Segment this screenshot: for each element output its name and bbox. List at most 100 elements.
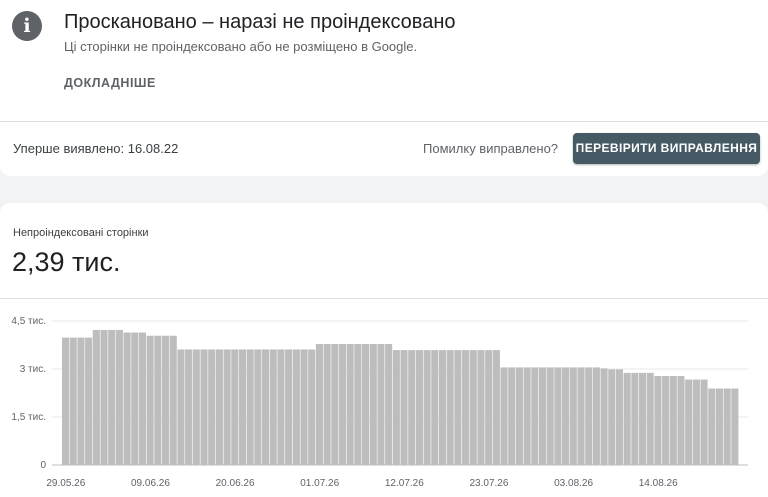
bar[interactable] — [562, 367, 570, 465]
bar[interactable] — [646, 372, 654, 465]
bar[interactable] — [315, 344, 323, 465]
bar[interactable] — [392, 350, 400, 465]
bar[interactable] — [592, 367, 600, 465]
bar[interactable] — [415, 350, 423, 465]
bar[interactable] — [662, 376, 670, 465]
bar[interactable] — [600, 368, 608, 465]
bar[interactable] — [423, 350, 431, 465]
bar[interactable] — [515, 367, 523, 465]
validate-fix-button[interactable]: ПЕРЕВІРИТИ ВИПРАВЛЕННЯ — [573, 133, 760, 164]
bar[interactable] — [131, 332, 139, 465]
bar[interactable] — [554, 367, 562, 465]
bar[interactable] — [200, 349, 208, 465]
bar[interactable] — [700, 379, 708, 465]
bar[interactable] — [531, 367, 539, 465]
bar[interactable] — [608, 369, 616, 465]
issue-description: Ці сторінки не проіндексовано або не роз… — [64, 39, 418, 54]
bar[interactable] — [292, 349, 300, 465]
x-tick-label: 01.07.26 — [300, 478, 339, 489]
bar[interactable] — [300, 349, 308, 465]
bar[interactable] — [115, 329, 123, 465]
bar[interactable] — [500, 367, 508, 465]
bar[interactable] — [177, 349, 185, 465]
bar[interactable] — [146, 335, 154, 465]
bar[interactable] — [708, 388, 716, 465]
bar[interactable] — [669, 376, 677, 465]
x-tick-label: 23.07.26 — [470, 478, 509, 489]
bar[interactable] — [723, 388, 731, 465]
bar[interactable] — [269, 349, 277, 465]
bar[interactable] — [323, 344, 331, 465]
bar[interactable] — [362, 344, 370, 465]
bar[interactable] — [692, 379, 700, 465]
bar[interactable] — [523, 367, 531, 465]
bar[interactable] — [138, 332, 147, 465]
bar[interactable] — [254, 349, 262, 465]
bar[interactable] — [100, 329, 108, 465]
bar[interactable] — [623, 372, 631, 465]
bar[interactable] — [508, 367, 516, 465]
bar[interactable] — [215, 349, 223, 465]
fixed-question-label: Помилку виправлено? — [423, 141, 559, 156]
bar[interactable] — [462, 350, 470, 465]
bar[interactable] — [346, 344, 354, 465]
bar[interactable] — [538, 367, 547, 465]
bar[interactable] — [162, 335, 170, 465]
chart-card: Непроіндексовані сторінки 2,39 тис. 0 1,5… — [0, 203, 768, 497]
bar[interactable] — [338, 344, 347, 465]
issue-title: Проскановано – наразі не проіндексовано — [64, 11, 456, 33]
bar[interactable] — [331, 344, 339, 465]
bar[interactable] — [408, 350, 416, 465]
bar[interactable] — [585, 367, 593, 465]
bar[interactable] — [654, 376, 662, 465]
bar[interactable] — [454, 350, 462, 465]
bar[interactable] — [154, 335, 162, 465]
bar[interactable] — [277, 349, 285, 465]
bar[interactable] — [677, 376, 685, 465]
bar[interactable] — [246, 349, 254, 465]
bar[interactable] — [238, 349, 247, 465]
bar[interactable] — [185, 349, 193, 465]
first-detected-date: Уперше виявлено: 16.08.22 — [13, 141, 179, 156]
bar[interactable] — [192, 349, 200, 465]
y-tick-label: 1,5 тис. — [11, 412, 46, 423]
bar[interactable] — [85, 337, 93, 465]
bar[interactable] — [369, 344, 377, 465]
bar[interactable] — [485, 350, 493, 465]
bar[interactable] — [377, 344, 385, 465]
bar[interactable] — [385, 344, 393, 465]
bar[interactable] — [431, 350, 439, 465]
bar[interactable] — [569, 367, 577, 465]
bar[interactable] — [577, 367, 585, 465]
bar[interactable] — [123, 332, 131, 465]
bar[interactable] — [615, 369, 623, 465]
bar[interactable] — [231, 349, 239, 465]
bar[interactable] — [631, 372, 639, 465]
bar[interactable] — [92, 329, 100, 465]
bar[interactable] — [731, 388, 739, 465]
bar[interactable] — [638, 372, 647, 465]
bar[interactable] — [285, 349, 293, 465]
bar[interactable] — [262, 349, 270, 465]
bar[interactable] — [492, 350, 500, 465]
bar[interactable] — [469, 350, 477, 465]
bar[interactable] — [685, 379, 693, 465]
bar[interactable] — [62, 337, 70, 465]
bar[interactable] — [69, 337, 77, 465]
bar[interactable] — [446, 350, 454, 465]
bar[interactable] — [308, 349, 316, 465]
bar[interactable] — [169, 335, 177, 465]
issue-summary-card: i Проскановано – наразі не проіндексован… — [0, 0, 768, 176]
bar[interactable] — [715, 388, 724, 465]
learn-more-link[interactable]: ДОКЛАДНІШЕ — [64, 76, 156, 90]
bar[interactable] — [108, 329, 116, 465]
bar[interactable] — [546, 367, 554, 465]
bar[interactable] — [223, 349, 231, 465]
bar[interactable] — [77, 337, 85, 465]
bar[interactable] — [400, 350, 408, 465]
bar[interactable] — [354, 344, 362, 465]
x-tick-label: 14.08.26 — [639, 478, 678, 489]
bar[interactable] — [438, 350, 447, 465]
bar[interactable] — [208, 349, 216, 465]
bar[interactable] — [477, 350, 485, 465]
